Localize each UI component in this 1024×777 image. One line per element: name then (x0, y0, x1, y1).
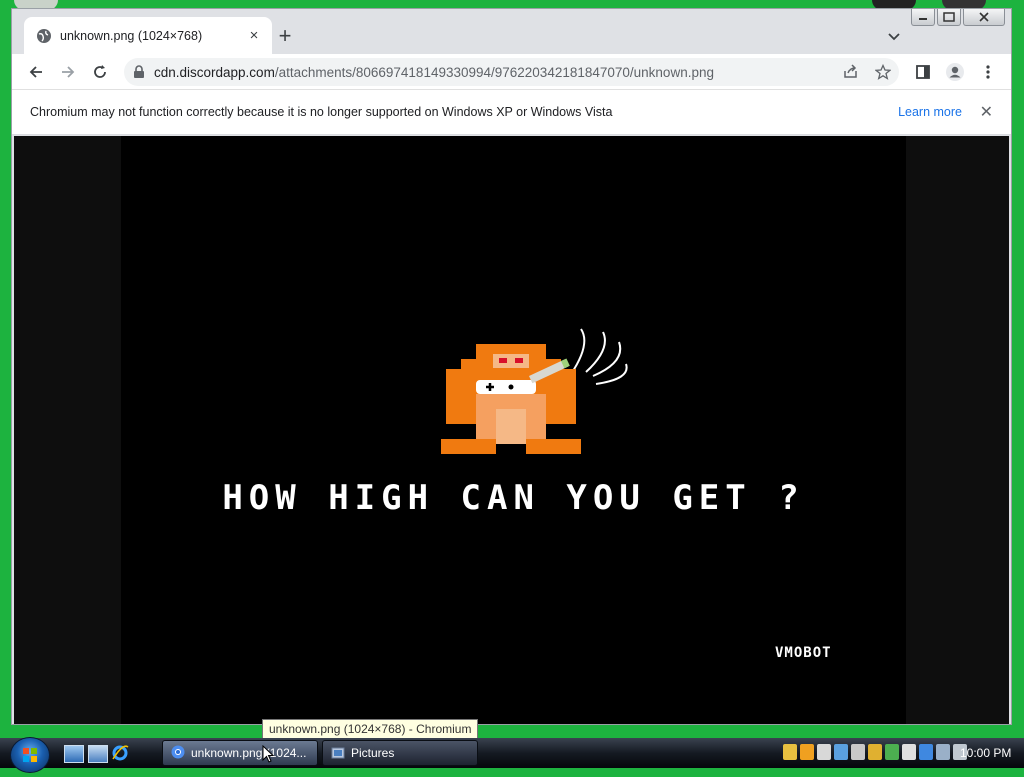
tray-icon-3[interactable] (817, 744, 831, 760)
internet-explorer-icon[interactable] (111, 745, 129, 761)
chromium-icon (171, 745, 185, 762)
tab-strip: unknown.png (1024×768) × + (12, 9, 1011, 54)
tab-close-icon[interactable]: × (246, 27, 262, 44)
tray-icon-8[interactable] (902, 744, 916, 760)
tray-icon-4[interactable] (834, 744, 848, 760)
minimize-button[interactable] (911, 9, 935, 26)
maximize-button[interactable] (937, 9, 961, 26)
side-panel-icon[interactable] (913, 62, 933, 82)
infobar-message: Chromium may not function correctly beca… (30, 105, 613, 119)
window-controls (911, 9, 1005, 26)
taskbar: unknown.png (1024... Pictures 10:00 PM (0, 737, 1024, 773)
unsupported-os-infobar: Chromium may not function correctly beca… (12, 90, 1011, 135)
show-desktop-icon[interactable] (64, 745, 84, 763)
lock-icon[interactable] (132, 65, 146, 79)
profile-avatar-icon[interactable] (945, 62, 965, 82)
headline-text: HOW HIGH CAN YOU GET ? (222, 478, 805, 518)
tray-icon-6[interactable] (868, 744, 882, 760)
learn-more-link[interactable]: Learn more (898, 105, 962, 119)
taskbar-button-pictures[interactable]: Pictures (322, 740, 478, 766)
bookmark-star-icon[interactable] (873, 62, 893, 82)
taskbar-button-label: Pictures (351, 746, 395, 760)
system-tray (783, 744, 967, 760)
tray-icon-5[interactable] (851, 744, 865, 760)
browser-toolbar: cdn.discordapp.com/attachments/806697418… (12, 54, 1011, 90)
tab-unknown-png[interactable]: unknown.png (1024×768) × (24, 17, 272, 54)
switch-windows-icon[interactable] (88, 745, 108, 763)
infobar-close-icon[interactable]: ✕ (980, 102, 993, 122)
url-path: /attachments/806697418149330994/97622034… (274, 64, 714, 80)
reload-icon[interactable] (90, 62, 110, 82)
tab-search-chevron-icon[interactable] (884, 26, 904, 46)
close-window-button[interactable] (963, 9, 1005, 26)
network-icon[interactable] (936, 744, 950, 760)
new-tab-button[interactable]: + (274, 25, 296, 47)
url-text: cdn.discordapp.com/attachments/806697418… (154, 65, 714, 80)
tray-icon-9[interactable] (919, 744, 933, 760)
tray-icon-7[interactable] (885, 744, 899, 760)
tab-tooltip: unknown.png (1024×768) - Chromium (262, 719, 479, 740)
share-icon[interactable] (841, 62, 861, 82)
tab-title: unknown.png (1024×768) (60, 28, 203, 43)
back-arrow-icon[interactable] (26, 62, 46, 82)
url-host: cdn.discordapp.com (154, 64, 275, 80)
page-content: HOW HIGH CAN YOU GET ? VMOBOT (14, 136, 1009, 724)
tray-icon-1[interactable] (783, 744, 797, 760)
mouse-cursor-icon (262, 745, 274, 763)
globe-icon (36, 28, 52, 44)
taskbar-button-label: unknown.png (1024... (191, 746, 307, 760)
address-bar[interactable]: cdn.discordapp.com/attachments/806697418… (124, 58, 899, 86)
displayed-image: HOW HIGH CAN YOU GET ? VMOBOT (121, 136, 906, 724)
tray-search-icon[interactable] (800, 744, 814, 760)
forward-arrow-icon[interactable] (58, 62, 78, 82)
taskbar-button-browser[interactable]: unknown.png (1024... (162, 740, 318, 766)
folder-icon (331, 745, 345, 762)
clock[interactable]: 10:00 PM (960, 746, 1011, 760)
menu-kebab-icon[interactable] (978, 62, 998, 82)
donkey-kong-sprite (441, 328, 628, 454)
browser-window: unknown.png (1024×768) × + cdn.discordap… (11, 8, 1012, 725)
signature-text: VMOBOT (775, 645, 832, 661)
